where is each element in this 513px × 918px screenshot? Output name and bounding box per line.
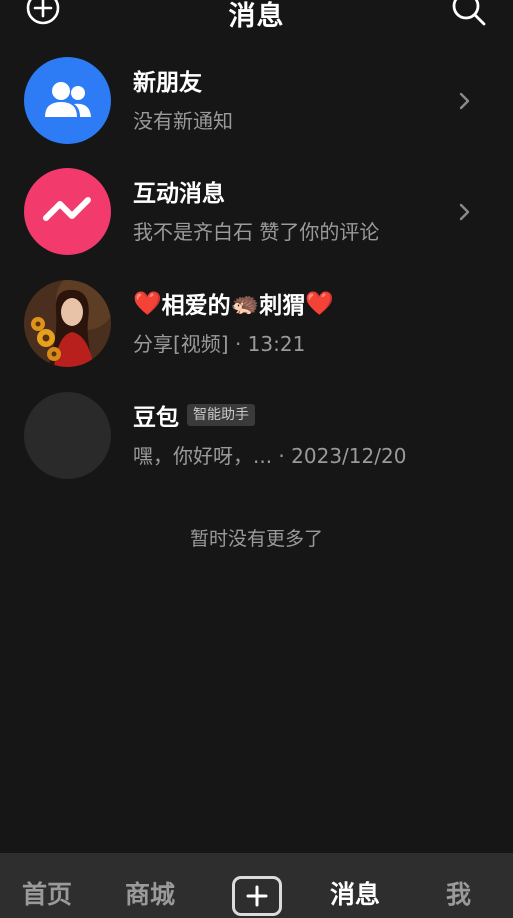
header: 消息 <box>0 0 513 32</box>
list-item-new-friends[interactable]: 新朋友 没有新通知 <box>0 57 513 161</box>
heart-emoji: ❤️ <box>305 290 334 317</box>
conversation-subtitle: 我不是齐白石 赞了你的评论 <box>133 220 380 244</box>
tab-home[interactable]: 首页 <box>22 875 72 911</box>
avatar <box>24 168 111 255</box>
conversation-name: 互动消息 <box>133 181 225 207</box>
bottom-tab-bar: 首页 商城 消息 我 <box>0 853 513 918</box>
plus-icon <box>246 885 268 907</box>
tab-mall[interactable]: 商城 <box>125 875 175 911</box>
conversation-subtitle: 嘿，你好呀，... · 2023/12/20 <box>133 444 407 468</box>
photo-avatar <box>24 280 111 367</box>
zigzag-icon <box>43 197 91 221</box>
conversation-name-part: 刺猬 <box>259 293 306 319</box>
conversation-name-text: 豆包 <box>133 405 179 431</box>
conversation-subtitle: 分享[视频] · 13:21 <box>133 332 306 356</box>
conversation-subtitle: 没有新通知 <box>133 109 233 133</box>
avatar <box>24 57 111 144</box>
hedgehog-emoji: 🦔 <box>230 290 260 317</box>
messages-screen: 消息 新朋友 没有新通知 互动消息 我不是齐白石 赞了你的评论 ❤️ 相爱的 🦔… <box>0 0 513 918</box>
avatar <box>24 280 111 367</box>
list-item-interactions[interactable]: 互动消息 我不是齐白石 赞了你的评论 <box>0 168 513 272</box>
list-item-chat[interactable]: ❤️ 相爱的 🦔 刺猬 ❤️ 分享[视频] · 13:21 <box>0 280 513 384</box>
tab-me[interactable]: 我 <box>446 875 471 911</box>
people-icon <box>45 82 91 117</box>
chevron-right-icon <box>459 203 470 221</box>
list-item-doubao[interactable]: 豆包 智能助手 嘿，你好呀，... · 2023/12/20 <box>0 392 513 496</box>
conversation-name: 新朋友 <box>133 70 202 96</box>
page-title: 消息 <box>228 1 285 32</box>
conversation-name: ❤️ 相爱的 🦔 刺猬 ❤️ <box>133 286 334 320</box>
avatar <box>24 392 111 479</box>
end-of-list-note: 暂时没有更多了 <box>189 528 323 550</box>
search-icon[interactable] <box>451 0 489 30</box>
conversation-name: 豆包 智能助手 <box>133 398 255 432</box>
chevron-right-icon <box>459 92 470 110</box>
conversation-name-part: 相爱的 <box>161 293 231 319</box>
tab-messages[interactable]: 消息 <box>330 875 380 911</box>
assistant-badge: 智能助手 <box>187 404 255 426</box>
create-button[interactable] <box>232 876 282 916</box>
heart-emoji: ❤️ <box>133 290 162 317</box>
